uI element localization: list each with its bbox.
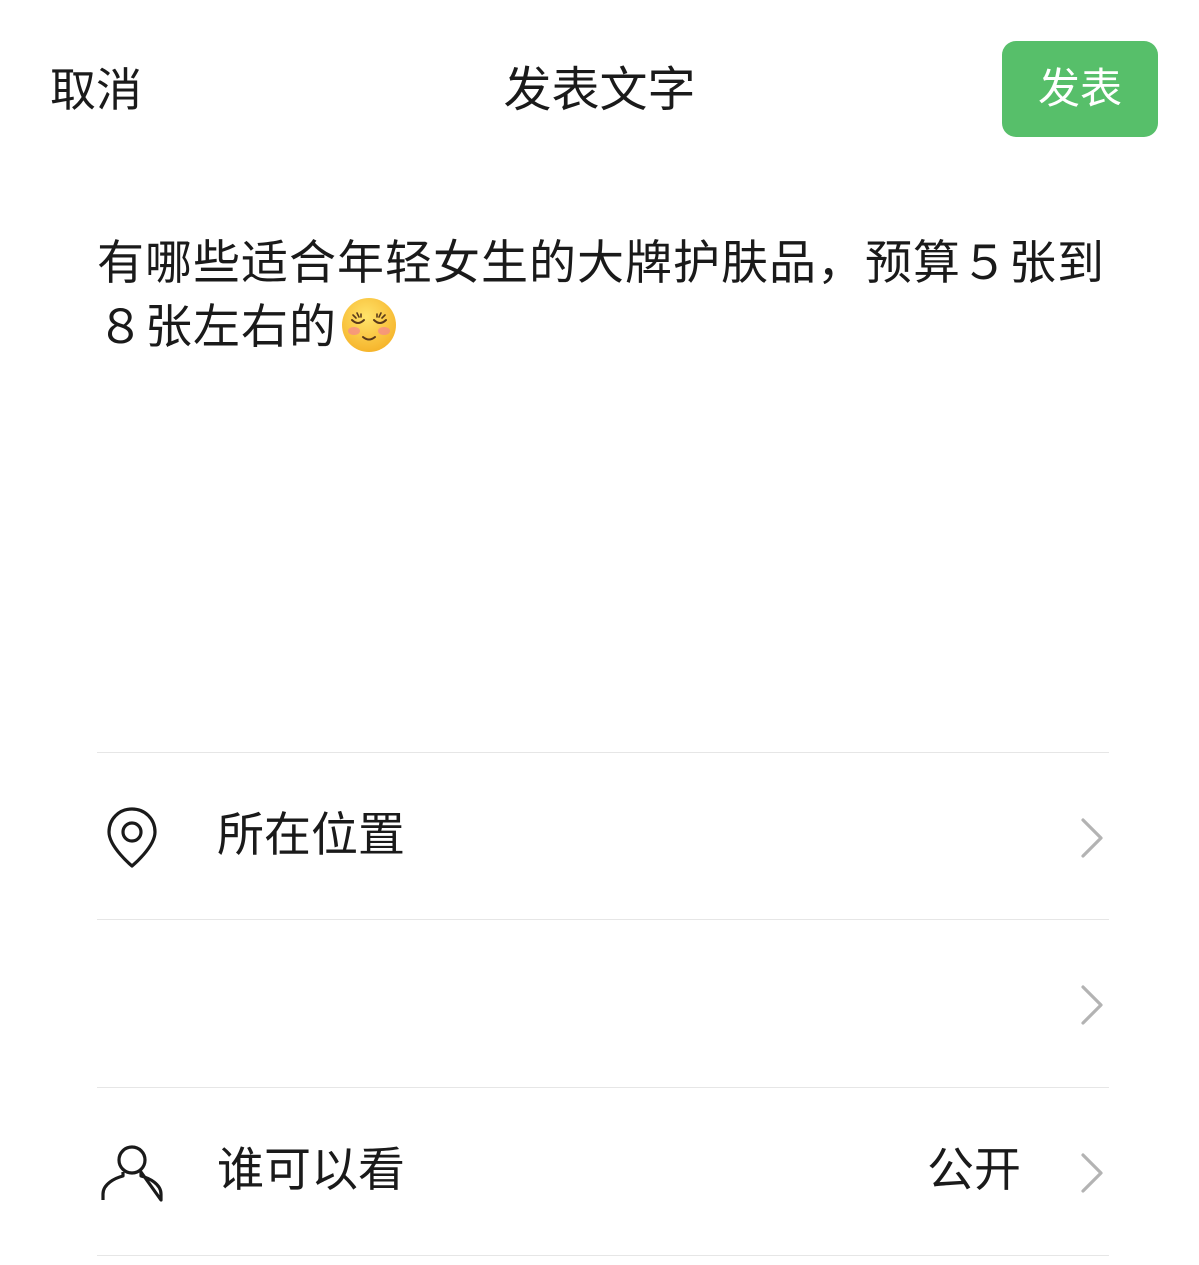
top-navigation-bar: 取消 发表文字 发表 [0, 0, 1199, 180]
visibility-label: 谁可以看 [217, 1143, 405, 1198]
location-label: 所在位置 [217, 808, 405, 863]
location-pin-icon [107, 807, 157, 868]
visibility-row[interactable]: 谁可以看 公开 [97, 1088, 1109, 1254]
visibility-value: 公开 [927, 1143, 1021, 1198]
chevron-right-icon [1081, 1153, 1103, 1193]
person-icon [101, 1145, 163, 1202]
publish-button[interactable]: 发表 [1002, 41, 1158, 137]
cancel-button[interactable]: 取消 [50, 62, 142, 118]
location-row[interactable]: 所在位置 [97, 753, 1109, 919]
relieved-smiling-face-emoji-icon [342, 298, 396, 352]
divider-bottom [97, 1255, 1109, 1256]
chevron-right-icon [1081, 985, 1103, 1025]
post-text-area[interactable]: 有哪些适合年轻女生的大牌护肤品，预算５张到８张左右的 [97, 232, 1109, 732]
post-text-content: 有哪些适合年轻女生的大牌护肤品，预算５张到８张左右的 [97, 232, 1109, 360]
empty-option-row[interactable] [97, 920, 1109, 1086]
chevron-right-icon [1081, 818, 1103, 858]
post-text: 有哪些适合年轻女生的大牌护肤品，预算５张到８张左右的 [97, 236, 1105, 355]
